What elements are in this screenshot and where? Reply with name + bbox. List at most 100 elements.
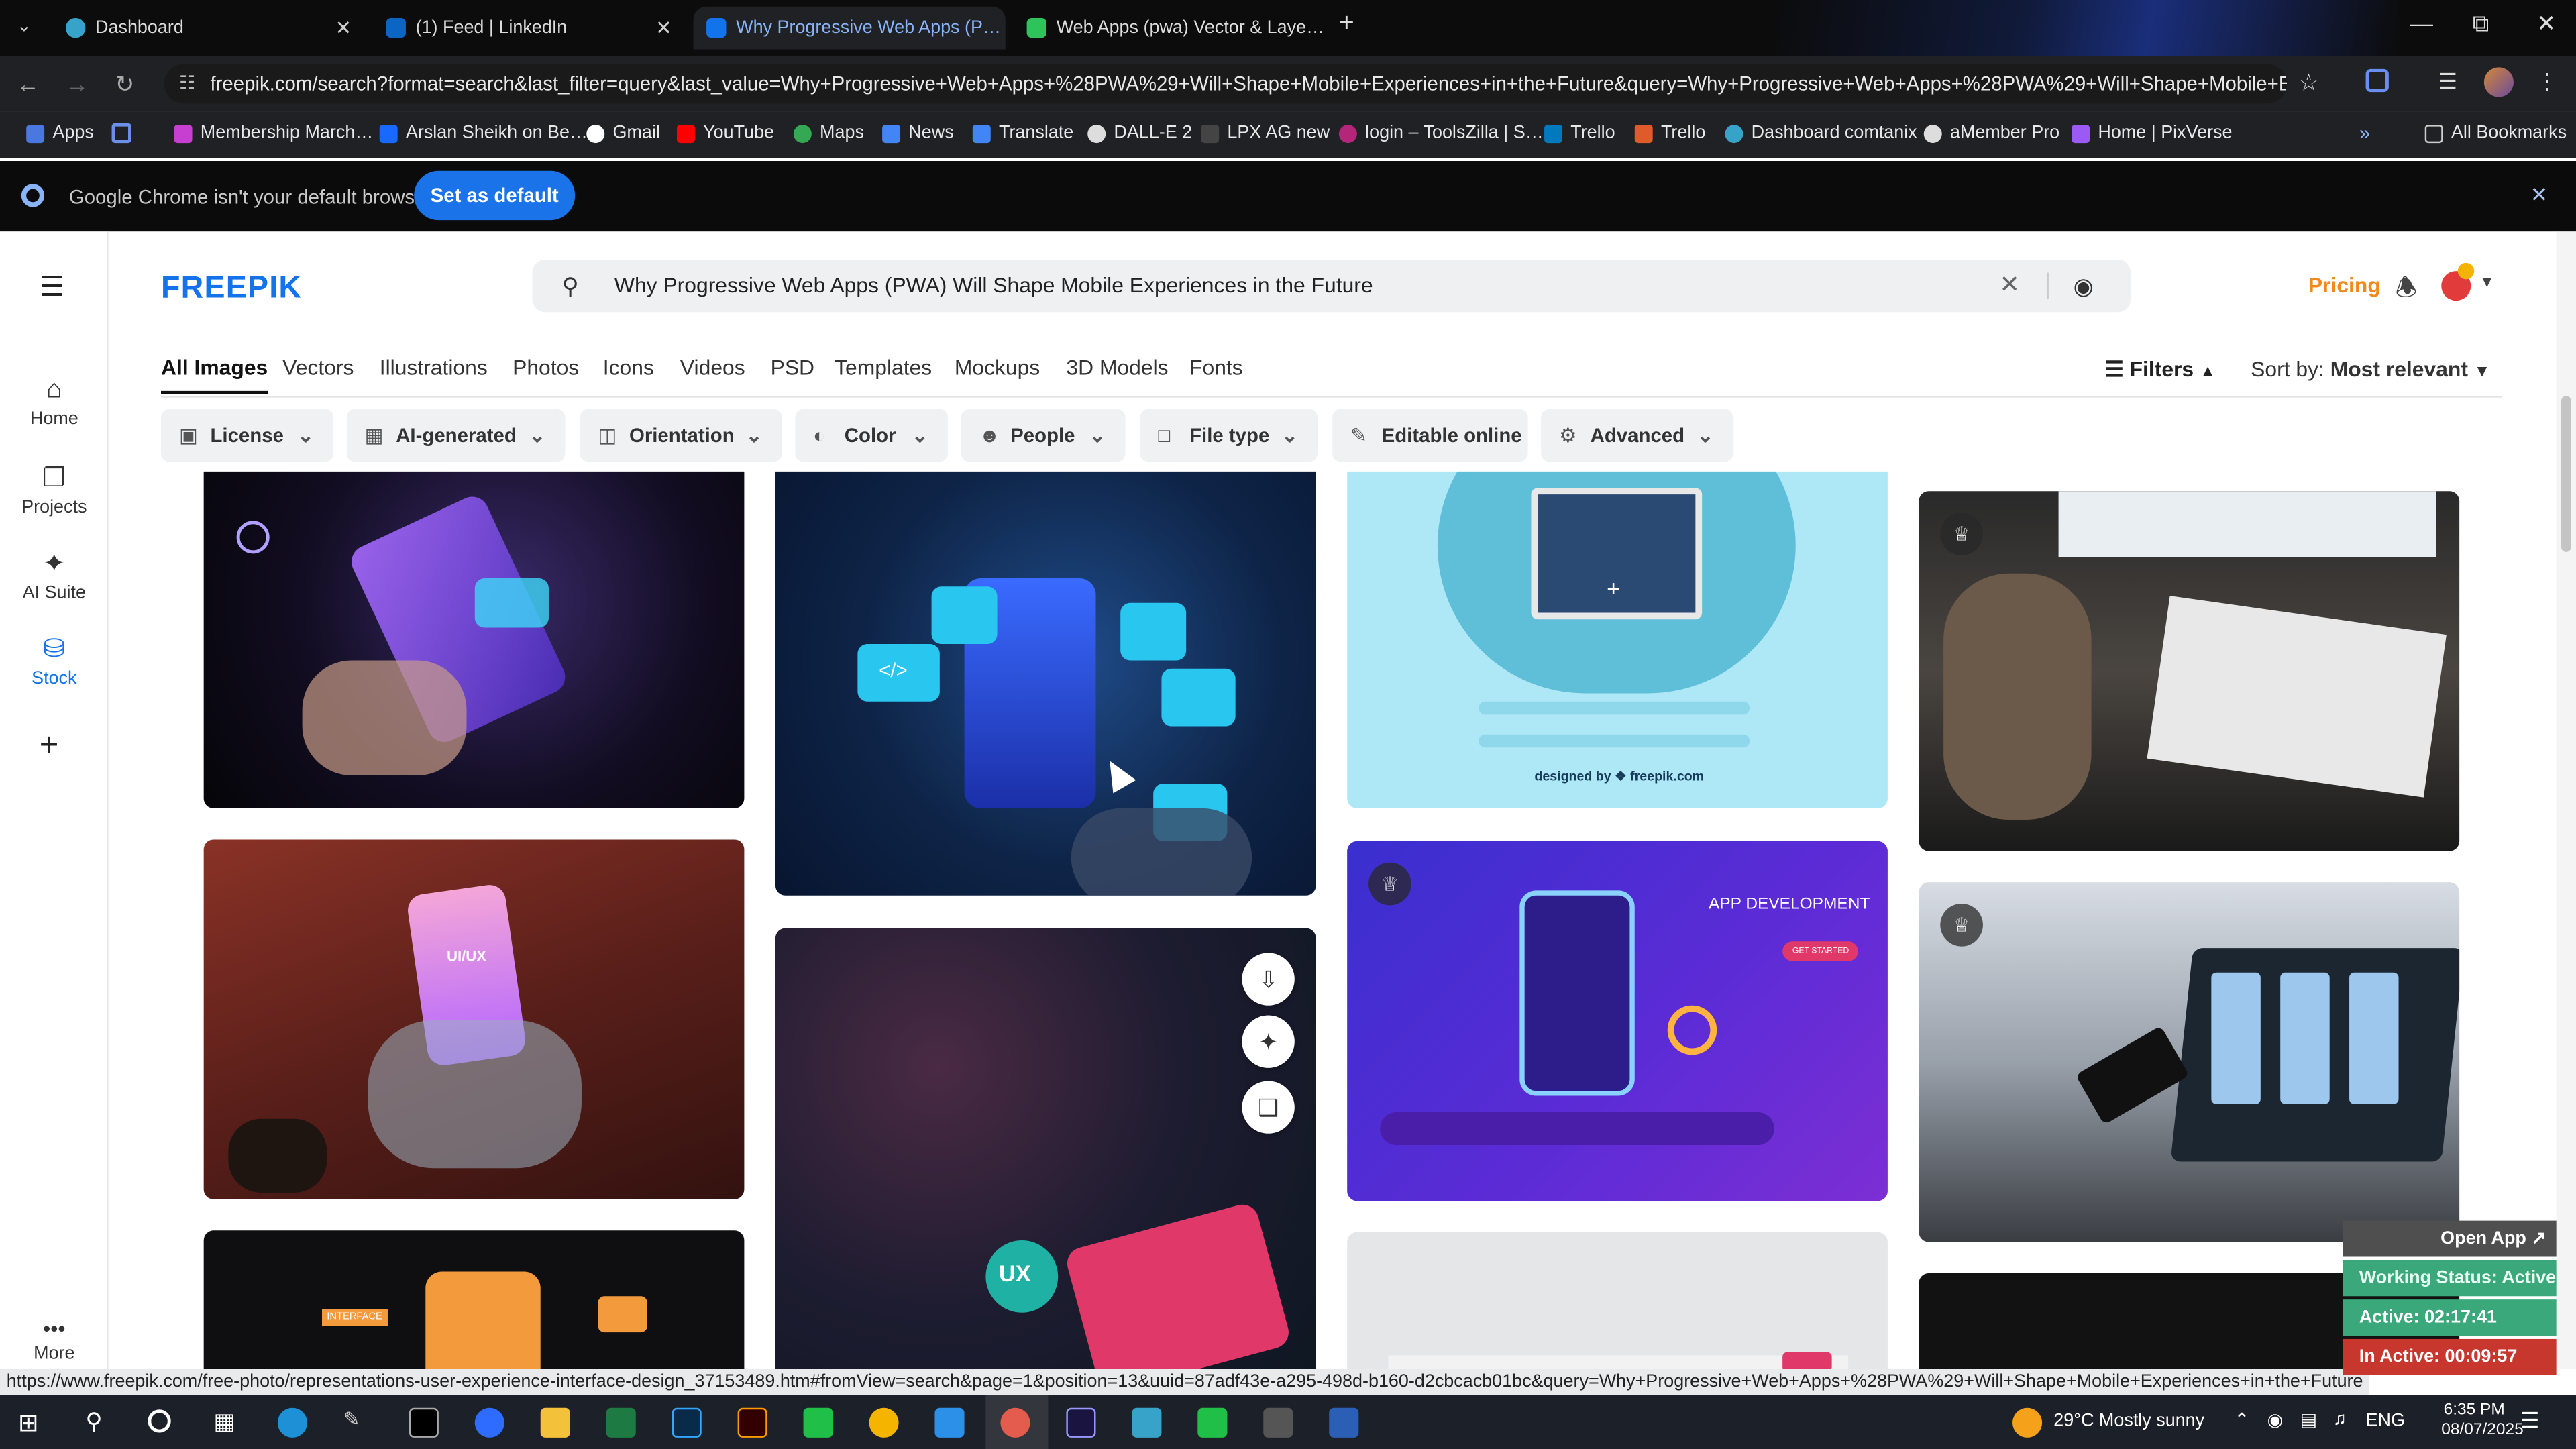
filter-color[interactable]: ◐ Color ⌄ — [795, 409, 949, 462]
word-icon[interactable] — [1329, 1407, 1359, 1438]
search-icon[interactable]: ⚲ — [85, 1408, 102, 1436]
clear-search-icon[interactable]: ✕ — [1999, 260, 2020, 312]
result-card-website-build-vector[interactable]: + designed by ❖ freepik.com — [1347, 471, 1888, 808]
bookmark-comtanix[interactable]: Dashboard comtanix — [1725, 123, 1917, 143]
all-bookmarks[interactable]: All Bookmarks — [2424, 123, 2567, 143]
tab-videos[interactable]: Videos — [680, 355, 745, 380]
filter-people[interactable]: ☻ People ⌄ — [961, 409, 1126, 462]
close-icon[interactable]: ✕ — [655, 16, 672, 39]
task-view-icon[interactable]: ▦ — [213, 1408, 235, 1436]
filter-file-type[interactable]: □ File type ⌄ — [1140, 409, 1318, 462]
bookmark-dalle[interactable]: DALL-E 2 — [1087, 123, 1192, 143]
camera-icon[interactable]: ◉ — [2074, 260, 2094, 312]
zoom-icon[interactable] — [474, 1407, 504, 1438]
tab-all-images[interactable]: All Images — [161, 355, 268, 394]
pen-tool-icon[interactable]: ✎ — [343, 1408, 373, 1438]
bookmark-maps[interactable]: Maps — [793, 123, 864, 143]
result-card-laptop-phone[interactable]: ♕ — [1919, 882, 2460, 1242]
bookmark-translate[interactable]: Translate — [972, 123, 1073, 143]
search-input[interactable]: Why Progressive Web Apps (PWA) Will Shap… — [614, 273, 1373, 298]
search-bar[interactable]: ⚲ Why Progressive Web Apps (PWA) Will Sh… — [532, 259, 2131, 313]
photoshop-icon[interactable] — [672, 1407, 702, 1438]
premiere-icon[interactable] — [1066, 1407, 1096, 1438]
chrome-icon[interactable] — [869, 1407, 899, 1438]
bookmark-gmail[interactable]: Gmail — [586, 123, 660, 143]
tray-chevron-icon[interactable]: ⌃ — [2235, 1409, 2250, 1431]
network-icon[interactable]: ▤ — [2300, 1409, 2317, 1431]
bookmark-trello-2[interactable]: Trello — [1634, 123, 1705, 143]
search-icon[interactable]: ⚲ — [562, 260, 579, 312]
camtasia-recorder-icon[interactable] — [1197, 1407, 1228, 1438]
bookmark-arslan[interactable]: Arslan Sheikh on Be… — [379, 123, 588, 143]
chrome-menu-icon[interactable]: ⋮ — [2536, 69, 2558, 95]
tab-3d-models[interactable]: 3D Models — [1066, 355, 1168, 380]
bookmark-star-icon[interactable]: ☆ — [2298, 69, 2319, 97]
bookmark-membership[interactable]: Membership March… — [174, 123, 373, 143]
clock[interactable]: 6:35 PM 08/07/2025 — [2441, 1401, 2524, 1441]
result-card-app-icons-hand[interactable]: </> — [775, 471, 1316, 896]
close-icon[interactable]: ✕ — [335, 16, 352, 39]
ai-edit-button[interactable]: ✦ — [1242, 1015, 1295, 1068]
close-notice-icon[interactable]: ✕ — [2530, 182, 2548, 209]
site-info-icon[interactable]: ☷ — [179, 64, 195, 104]
tab-templates[interactable]: Templates — [835, 355, 932, 380]
calculator-icon[interactable] — [1263, 1407, 1293, 1438]
windows-start-icon[interactable]: ⊞ — [18, 1408, 39, 1438]
profile-avatar[interactable] — [2483, 67, 2514, 97]
vscode-icon[interactable] — [934, 1407, 965, 1438]
scrollbar-thumb[interactable] — [2561, 396, 2571, 552]
extensions-icon[interactable] — [2365, 68, 2389, 93]
account-chevron-icon[interactable]: ▾ — [2482, 271, 2491, 292]
filter-orientation[interactable]: ◫ Orientation ⌄ — [580, 409, 782, 462]
minimize-icon[interactable]: — — [2410, 10, 2433, 36]
result-card-app-development[interactable]: ♕ APP DEVELOPMENT GET STARTED — [1347, 841, 1888, 1201]
result-card-ux-phone[interactable]: UX ⇩ ✦ ❏ — [775, 928, 1316, 1369]
volume-icon[interactable]: ♫ — [2333, 1409, 2347, 1429]
tab-freepik-active[interactable]: Why Progressive Web Apps (P…✕ — [693, 6, 1006, 50]
freepik-logo[interactable]: FREEPIK — [161, 271, 302, 307]
open-app-button[interactable]: Open App ↗ — [2343, 1220, 2557, 1257]
filter-license[interactable]: ▣ License ⌄ — [161, 409, 334, 462]
more-bookmarks-chevron-icon[interactable]: » — [2359, 121, 2370, 144]
window-close-icon[interactable]: ✕ — [2536, 10, 2556, 38]
tab-icons[interactable]: Icons — [603, 355, 654, 380]
download-button[interactable]: ⇩ — [1242, 953, 1295, 1006]
new-tab-plus-icon[interactable]: + — [1339, 10, 1354, 40]
edge-icon[interactable] — [277, 1407, 307, 1438]
excel-icon[interactable] — [606, 1407, 636, 1438]
sort-control[interactable]: Sort by: Most relevant ▼ — [2251, 356, 2490, 381]
bookmark-apps[interactable]: Apps — [26, 123, 94, 143]
tab-mockups[interactable]: Mockups — [955, 355, 1040, 380]
tab-search-chevron-icon[interactable]: ⌄ — [16, 15, 32, 36]
filter-advanced[interactable]: ⚙ Advanced ⌄ — [1541, 409, 1733, 462]
result-card-wireframe-sketch[interactable]: ♕ — [1919, 491, 2460, 851]
set-default-button[interactable]: Set as default — [414, 170, 576, 221]
back-arrow-icon[interactable]: ← — [16, 70, 39, 97]
bell-icon[interactable]: 🕭 — [2396, 271, 2418, 312]
camtasia-icon[interactable] — [803, 1407, 833, 1438]
language-indicator[interactable]: ENG — [2366, 1411, 2405, 1431]
bookmark-pixverse[interactable]: Home | PixVerse — [2072, 123, 2233, 143]
tab-psd[interactable]: PSD — [771, 355, 814, 380]
tab-fonts[interactable]: Fonts — [1189, 355, 1243, 380]
filter-ai-generated[interactable]: ▦ AI-generated ⌄ — [346, 409, 566, 462]
filter-editable-online[interactable]: ✎ Editable online — [1332, 409, 1528, 462]
bookmark-lpx[interactable]: LPX AG new — [1201, 123, 1330, 143]
nav-home[interactable]: ⌂ Home — [0, 376, 109, 429]
bookmark-news[interactable]: News — [882, 123, 954, 143]
bookmark-toolszilla[interactable]: login – ToolsZilla | S… — [1338, 123, 1544, 143]
tab-web-apps[interactable]: Web Apps (pwa) Vector & Laye…✕ — [1014, 7, 1326, 50]
filters-toggle[interactable]: ☰ Filters ▲ — [2104, 356, 2216, 382]
tab-dashboard[interactable]: Dashboard ✕ — [52, 7, 364, 50]
hamburger-menu-icon[interactable]: ☰ — [40, 271, 64, 304]
bookmark-amember[interactable]: aMember Pro — [1923, 123, 2059, 143]
cortana-icon[interactable] — [148, 1409, 171, 1433]
forward-arrow-icon[interactable]: → — [66, 70, 89, 97]
scrollbar[interactable] — [2556, 231, 2576, 1369]
bookmark-youtube[interactable]: YouTube — [676, 123, 774, 143]
reload-icon[interactable]: ↻ — [115, 70, 134, 99]
result-card-uiux-phone[interactable]: UI/UX — [203, 839, 745, 1199]
result-card-website-mockup[interactable] — [1347, 1232, 1888, 1369]
tab-linkedin[interactable]: (1) Feed | LinkedIn ✕ — [373, 7, 685, 50]
file-explorer-icon[interactable] — [540, 1407, 570, 1438]
